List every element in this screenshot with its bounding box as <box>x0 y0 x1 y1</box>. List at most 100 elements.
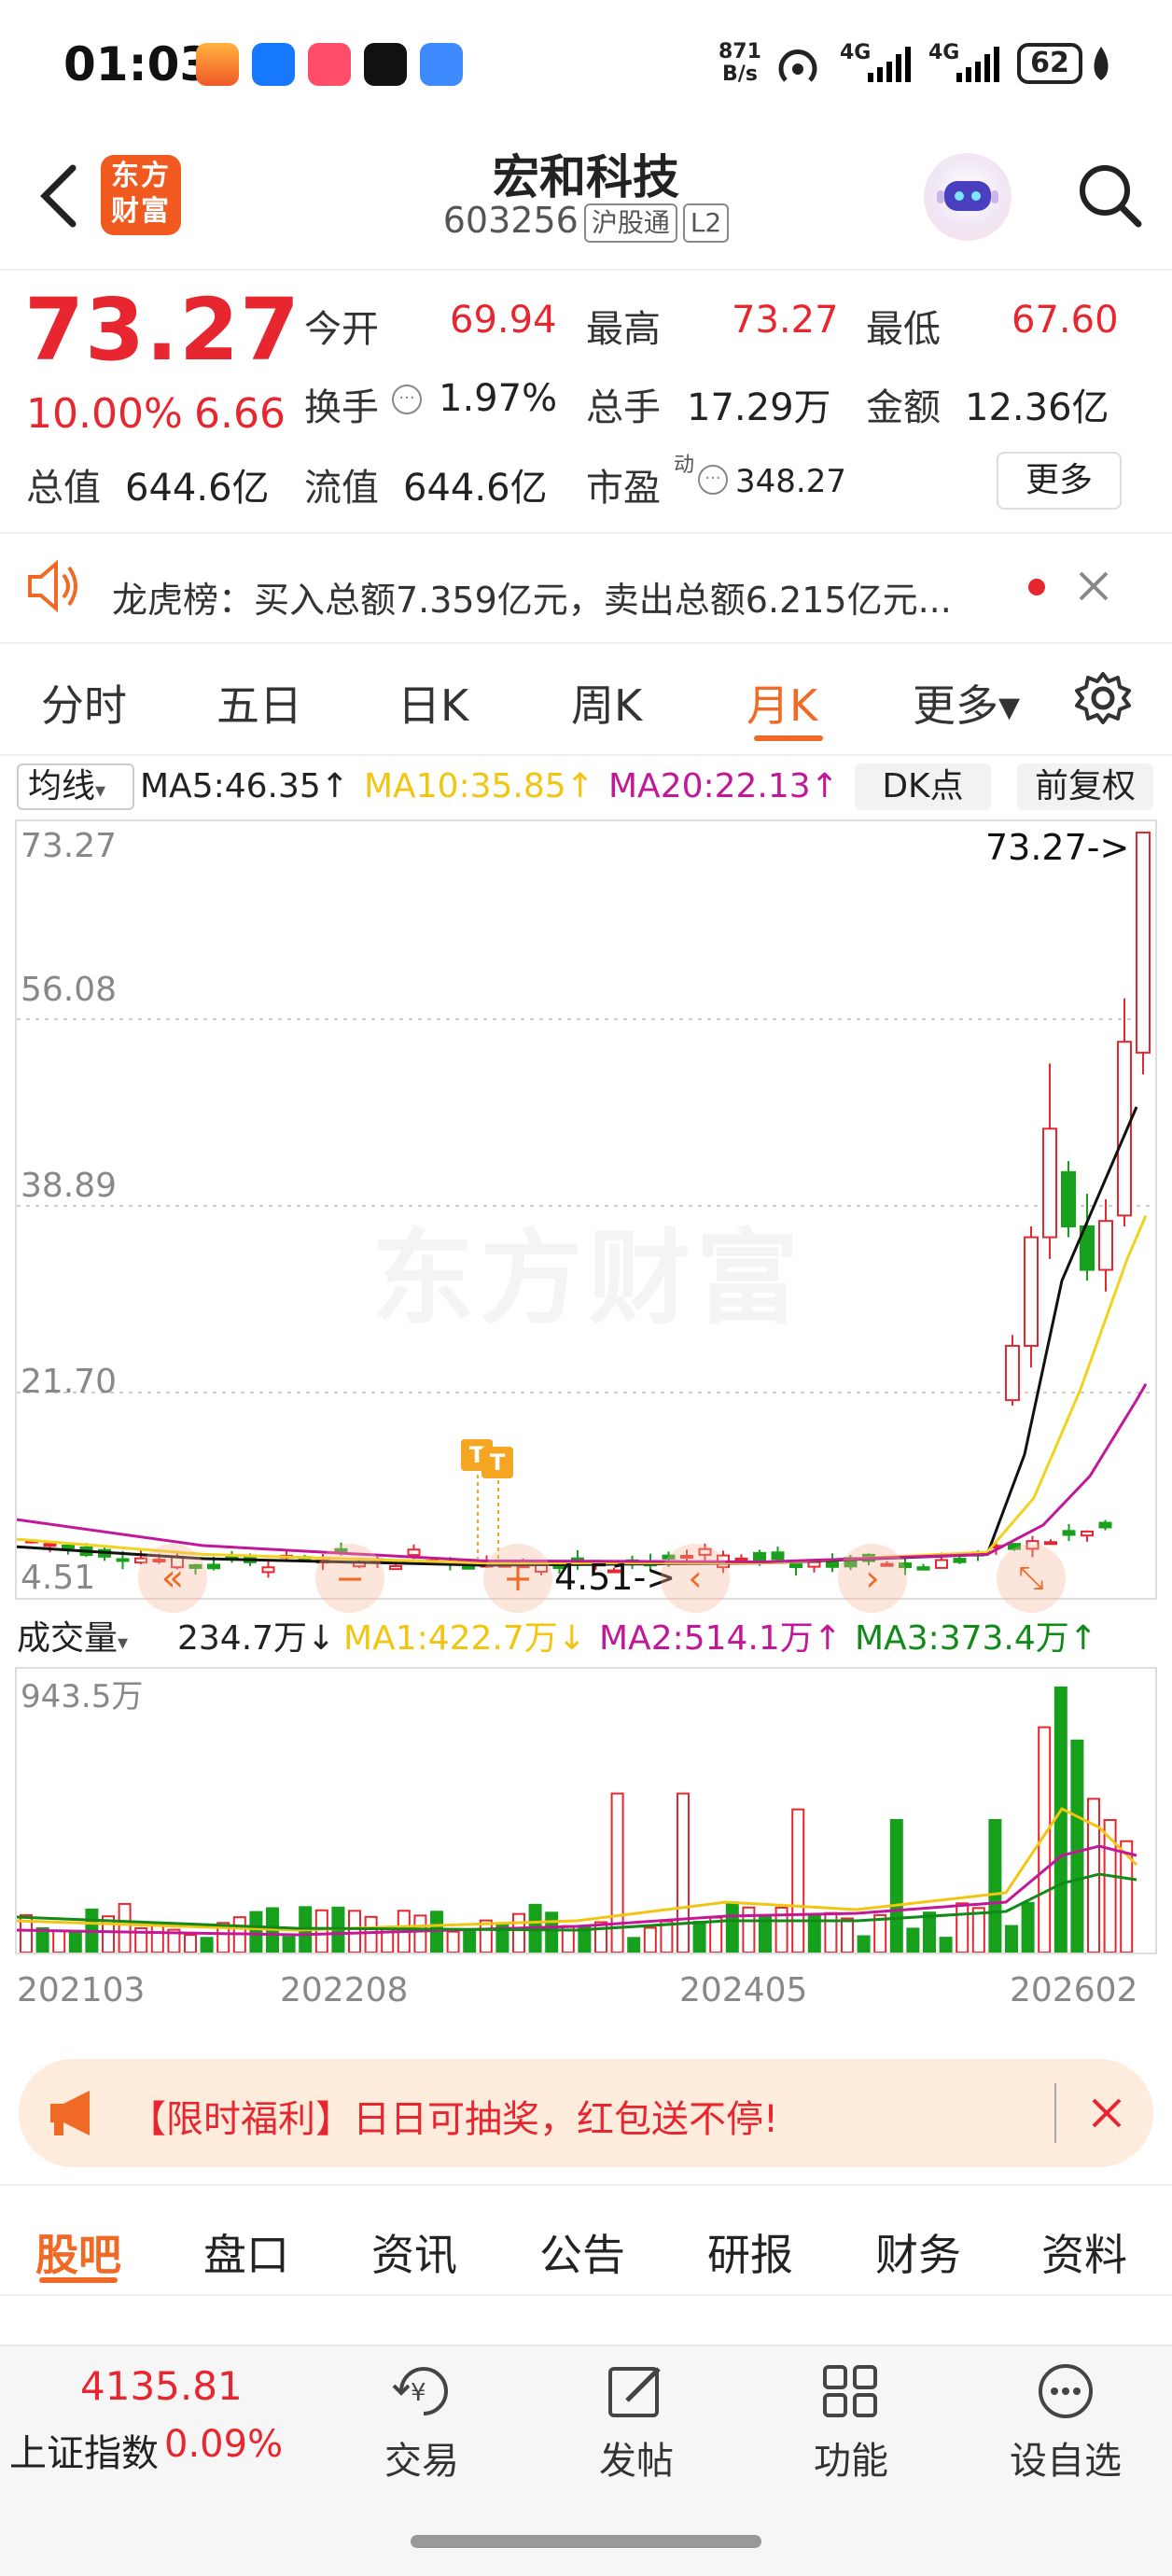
scroll-left-button[interactable]: « <box>138 1544 207 1613</box>
tab-intraday[interactable]: 分时 <box>41 672 127 734</box>
index-change[interactable]: 0.09% <box>164 2423 283 2466</box>
y-label-min: 4.51 <box>21 1559 96 1597</box>
tab-finance[interactable]: 财务 <box>875 2221 961 2283</box>
app-notification-icon <box>196 43 239 86</box>
candle-body <box>116 1558 130 1562</box>
function-grid-icon <box>819 2361 885 2425</box>
volume-bar <box>68 1931 82 1953</box>
candle-body <box>953 1558 967 1563</box>
settings-gear-icon[interactable] <box>1073 668 1133 732</box>
post-button[interactable]: 发帖 <box>543 2430 730 2485</box>
volume-bar <box>627 1937 641 1953</box>
notice-text: 龙虎榜：买入总额7.359亿元，卖出总额6.215亿元... <box>112 580 952 621</box>
volume-bar <box>1005 1925 1018 1953</box>
index-name[interactable]: 上证指数 <box>9 2423 159 2477</box>
volume-bar <box>446 1930 460 1953</box>
volume-bar <box>1070 1739 1084 1953</box>
tab-research[interactable]: 研报 <box>707 2221 793 2283</box>
hotspot-icon <box>774 43 821 93</box>
low-value: 67.60 <box>1012 299 1119 342</box>
volume-bar <box>725 1901 739 1953</box>
volume-selector[interactable]: 成交量▾ <box>17 1611 128 1659</box>
candle-body <box>1042 1127 1057 1239</box>
volume-bar <box>184 1934 197 1953</box>
tab-news[interactable]: 资讯 <box>371 2221 457 2283</box>
y-label-max: 73.27 <box>21 827 118 865</box>
turnover-label: 换手 <box>304 386 379 429</box>
tab-weekly-k[interactable]: 周K <box>571 672 642 734</box>
battery-saver-icon <box>1092 47 1109 80</box>
post-icon <box>605 2361 670 2425</box>
function-button[interactable]: 功能 <box>758 2430 944 2485</box>
tiktok-notification-icon <box>364 43 407 86</box>
volume-bar <box>282 1936 296 1953</box>
promo-banner[interactable]: 【限时福利】日日可抽奖，红包送不停! <box>19 2059 1153 2167</box>
notice-close-icon[interactable] <box>1071 564 1116 612</box>
tab-monthly-k[interactable]: 月K <box>746 672 817 734</box>
volume-bar <box>857 1935 871 1953</box>
scroll-prev-button[interactable]: ‹ <box>661 1544 730 1613</box>
volume-bar <box>52 1929 66 1953</box>
candle-body <box>1136 832 1151 1054</box>
connect-tag: 沪股通 <box>583 203 677 243</box>
ma20-label: MA20:22.13↑ <box>608 767 839 805</box>
info-icon[interactable]: ··· <box>392 385 422 414</box>
tab-more[interactable]: 更多▾ <box>913 672 1020 734</box>
candle-body <box>1098 1521 1112 1529</box>
pe-dynamic-sup: 动 <box>674 454 695 477</box>
change-amount: 6.66 <box>194 390 286 438</box>
promo-close-icon[interactable] <box>1086 2093 1127 2137</box>
high-label: 最高 <box>586 308 661 351</box>
tab-daily-k[interactable]: 日K <box>398 672 468 734</box>
signal-1-icon <box>868 47 914 88</box>
volume-bar <box>692 1921 706 1953</box>
stock-code: 603256 <box>442 200 579 241</box>
add-watch-button[interactable]: 设自选 <box>972 2430 1159 2485</box>
low-label: 最低 <box>866 308 941 351</box>
volume-bar <box>841 1917 854 1953</box>
tab-five-day[interactable]: 五日 <box>216 672 302 734</box>
tab-announcement[interactable]: 公告 <box>539 2221 625 2283</box>
index-value[interactable]: 4135.81 <box>80 2363 243 2409</box>
net-speed: 871 B/s <box>719 40 761 86</box>
x-label-1: 202103 <box>17 1971 146 2009</box>
volume-bar <box>939 1937 953 1953</box>
kline-chart[interactable]: 东方财富 73.27 56.08 38.89 21.70 4.51 73.27-… <box>15 819 1157 1613</box>
current-price: 73.27 <box>24 280 301 380</box>
trade-button[interactable]: 交易 <box>328 2430 515 2485</box>
zoom-out-button[interactable]: − <box>315 1544 384 1613</box>
volume-bar <box>545 1911 559 1953</box>
tab-guba[interactable]: 股吧 <box>35 2221 121 2283</box>
candle-body <box>1081 1530 1094 1537</box>
scroll-next-button[interactable]: › <box>838 1544 907 1613</box>
svg-text:¥: ¥ <box>411 2379 426 2407</box>
volume-chart[interactable]: 943.5万 <box>15 1667 1157 1954</box>
stock-name: 宏和科技 <box>493 150 679 204</box>
t-marker-2[interactable]: T <box>481 1447 513 1478</box>
ma-selector[interactable]: 均线▾ <box>17 763 134 810</box>
candle-body <box>43 1543 57 1547</box>
open-value: 69.94 <box>450 299 557 342</box>
pe-label: 市盈 <box>586 467 661 510</box>
promo-divider <box>1054 2083 1056 2143</box>
fullscreen-button[interactable]: ⤡ <box>997 1544 1066 1613</box>
more-button[interactable]: 更多 <box>997 452 1122 510</box>
pe-info-icon[interactable]: ··· <box>698 465 728 495</box>
watermark: 东方财富 <box>371 1219 804 1338</box>
y-label-2: 56.08 <box>21 971 118 1009</box>
candle-body <box>1061 1170 1076 1227</box>
volume-bar <box>249 1911 263 1953</box>
volume-bar <box>923 1911 936 1953</box>
tab-profile[interactable]: 资料 <box>1041 2221 1127 2283</box>
volume-bar <box>364 1915 378 1953</box>
tab-pankou[interactable]: 盘口 <box>203 2221 289 2283</box>
volume-bar <box>956 1902 970 1953</box>
zoom-in-button[interactable]: + <box>483 1544 552 1613</box>
adjust-button[interactable]: 前复权 <box>1017 763 1153 810</box>
float-value: 644.6亿 <box>403 467 548 510</box>
signal-2-icon <box>956 47 1003 88</box>
dk-point-button[interactable]: DK点 <box>855 763 991 810</box>
candle-body <box>1005 1344 1020 1402</box>
volume-bar <box>824 1911 838 1953</box>
volume-bar <box>1053 1687 1067 1953</box>
